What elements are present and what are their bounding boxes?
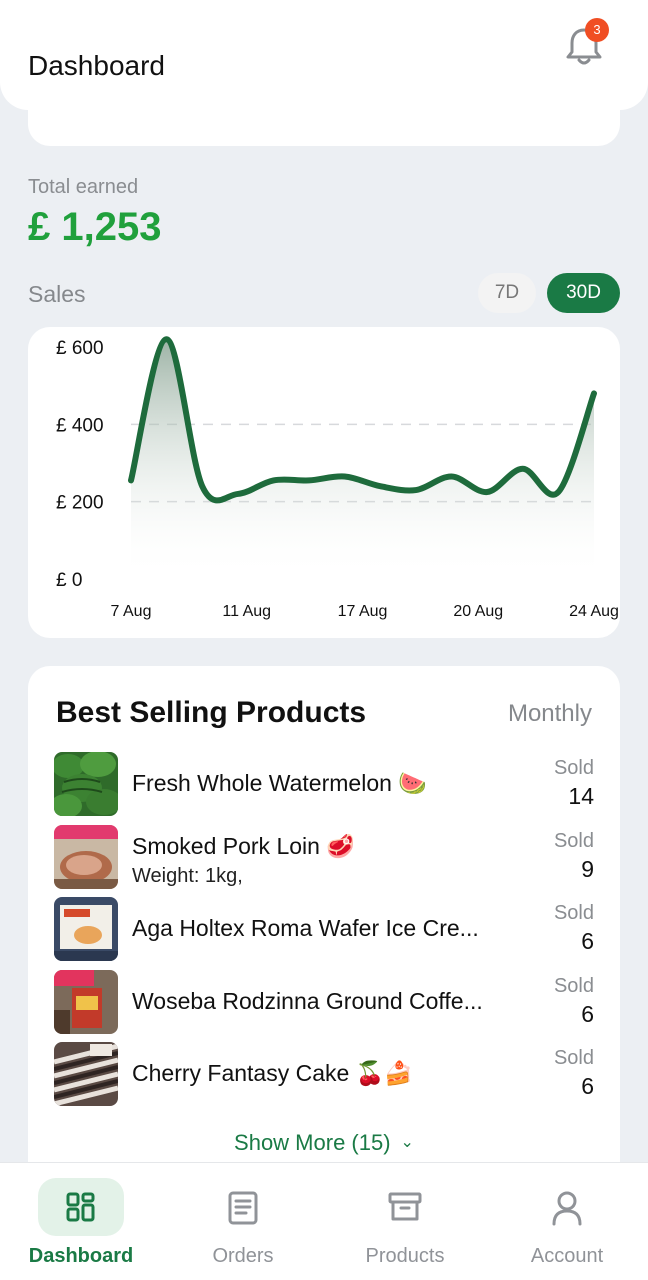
- show-more-button[interactable]: Show More (15) ⌄: [28, 1130, 620, 1156]
- sold-label: Sold: [553, 829, 594, 852]
- product-name: Cherry Fantasy Cake 🍒🍰: [132, 1060, 413, 1086]
- product-variant: Weight: 1kg,: [132, 864, 243, 887]
- best-selling-title: Best Selling Products: [56, 696, 367, 729]
- sold-count: 6: [581, 928, 594, 954]
- header-card-bottom: [28, 96, 620, 146]
- show-more-label: Show More (15): [234, 1130, 391, 1155]
- sold-label: Sold: [553, 902, 594, 924]
- product-thumbnail: [54, 897, 118, 961]
- sales-chart: £ 0 £ 200 £ 400 £ 600 7 Aug 11 Aug 17 Aug 20 A…: [56, 336, 619, 620]
- product-thumbnail: [54, 824, 118, 889]
- sales-label: Sales: [28, 281, 86, 307]
- product-row[interactable]: Fresh Whole Watermelon 🍉 Sold 14: [54, 751, 594, 824]
- product-name: Woseba Rodzinna Ground Coffe...: [132, 987, 483, 1014]
- dashboard-icon: [66, 1192, 95, 1222]
- y-tick-label: £ 600: [56, 338, 104, 359]
- chevron-down-icon: ⌄: [400, 1134, 414, 1151]
- total-earned-label: Total earned: [28, 176, 139, 198]
- sold-label: Sold: [553, 974, 594, 997]
- tab-label: Products: [365, 1245, 445, 1267]
- x-tick-label: 24 Aug: [569, 603, 619, 620]
- top-header: Dashboard 3: [0, 0, 648, 110]
- range-7d-button[interactable]: 7D: [478, 273, 536, 313]
- page-title: Dashboard: [28, 50, 165, 81]
- x-tick-label: 7 Aug: [111, 603, 152, 620]
- tab-label: Orders: [212, 1245, 274, 1267]
- product-name: Aga Holtex Roma Wafer Ice Cre...: [132, 915, 479, 941]
- total-earned-value: £ 1,253: [28, 205, 162, 249]
- x-tick-label: 17 Aug: [338, 603, 388, 620]
- product-row[interactable]: Aga Holtex Roma Wafer Ice Cre... Sold 6: [54, 896, 594, 969]
- range-30d-button[interactable]: 30D: [547, 273, 620, 313]
- tab-dashboard[interactable]: Dashboard: [0, 1163, 162, 1280]
- product-row[interactable]: Smoked Pork Loin 🥩 Weight: 1kg, Sold 9: [54, 824, 594, 897]
- product-name: Smoked Pork Loin 🥩: [132, 832, 355, 859]
- sold-label: Sold: [553, 1047, 594, 1069]
- orders-icon: [228, 1191, 258, 1225]
- bottom-tab-bar: Dashboard Orders Products Account: [0, 1162, 648, 1280]
- tab-orders[interactable]: Orders: [162, 1163, 324, 1280]
- tab-account[interactable]: Account: [486, 1163, 648, 1280]
- product-row[interactable]: Woseba Rodzinna Ground Coffe... Sold 6: [54, 969, 594, 1042]
- sales-area: [131, 339, 594, 579]
- sold-label: Sold: [553, 757, 594, 779]
- sold-count: 14: [568, 783, 594, 809]
- tab-products[interactable]: Products: [324, 1163, 486, 1280]
- y-tick-label: £ 200: [56, 493, 104, 514]
- sales-chart-card: £ 0 £ 200 £ 400 £ 600 7 Aug 11 Aug 17 Aug 20 A…: [28, 327, 620, 638]
- best-selling-card: Best Selling Products Monthly Fresh Whol…: [28, 666, 620, 1186]
- tab-label: Account: [530, 1245, 604, 1267]
- y-tick-label: £ 400: [56, 415, 104, 436]
- period-selector[interactable]: Monthly: [508, 700, 592, 728]
- x-tick-label: 20 Aug: [453, 603, 503, 620]
- account-icon: [552, 1191, 582, 1226]
- product-row[interactable]: Cherry Fantasy Cake 🍒🍰 Sold 6: [54, 1041, 594, 1114]
- sold-count: 6: [581, 1073, 594, 1099]
- x-tick-label: 11 Aug: [222, 603, 271, 620]
- product-name: Fresh Whole Watermelon 🍉: [132, 770, 427, 796]
- product-thumbnail: [54, 752, 118, 816]
- notification-badge: 3: [585, 18, 609, 42]
- product-thumbnail: [54, 1042, 118, 1106]
- product-thumbnail: [54, 969, 118, 1034]
- products-icon: [388, 1192, 422, 1221]
- sold-count: 9: [581, 855, 594, 882]
- y-tick-label: £ 0: [56, 570, 82, 591]
- sold-count: 6: [581, 1000, 594, 1027]
- tab-label: Dashboard: [28, 1245, 134, 1267]
